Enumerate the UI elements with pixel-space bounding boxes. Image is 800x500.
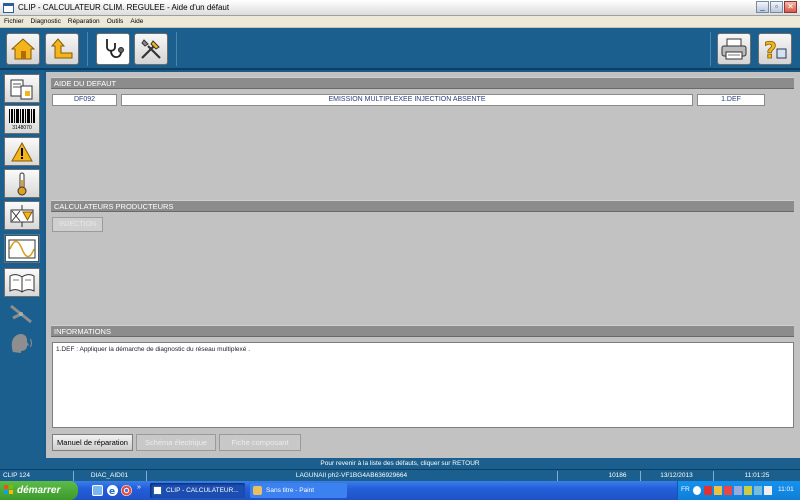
tray-battery-icon[interactable] bbox=[764, 486, 772, 495]
quicklaunch-chevron-icon[interactable]: » bbox=[137, 484, 141, 491]
taskbar-clock[interactable]: 11:01 bbox=[778, 486, 794, 493]
manual-book-icon bbox=[9, 273, 35, 293]
status-message: Pour revenir à la liste des défauts, cli… bbox=[0, 458, 800, 469]
informations-header: INFORMATIONS bbox=[51, 325, 794, 337]
printer-icon bbox=[721, 38, 747, 60]
informations-text-box: 1.DEF : Appliquer la démarche de diagnos… bbox=[52, 342, 794, 428]
menu-outils[interactable]: Outils bbox=[103, 16, 127, 27]
show-desktop-icon[interactable] bbox=[92, 485, 103, 496]
menu-aide[interactable]: Aide bbox=[126, 16, 146, 27]
main-toolbar: ? bbox=[0, 28, 800, 70]
close-button[interactable]: ✕ bbox=[784, 1, 797, 13]
repair-manual-button[interactable]: Manuel de réparation bbox=[52, 434, 133, 451]
status-date: 13/12/2013 bbox=[640, 471, 712, 481]
barcode-number: 3148070 bbox=[12, 125, 32, 131]
injection-button[interactable]: INJECTION bbox=[52, 217, 103, 232]
component-sheet-button[interactable]: Fiche composant bbox=[219, 434, 301, 451]
electrical-diagram-button[interactable]: Schéma électrique bbox=[136, 434, 216, 451]
windows-logo-icon bbox=[4, 485, 14, 495]
svg-text:e: e bbox=[109, 487, 115, 496]
tray-volume-icon[interactable] bbox=[754, 486, 762, 495]
status-clip-version: CLIP 124 bbox=[3, 472, 30, 479]
help-button[interactable]: ? bbox=[758, 33, 792, 65]
start-label: démarrer bbox=[17, 485, 61, 496]
actuator-icon bbox=[10, 204, 34, 227]
sidebar-vin-button[interactable]: 3148070 bbox=[4, 105, 40, 134]
back-arrow-icon bbox=[51, 38, 73, 59]
menu-reparation[interactable]: Réparation bbox=[64, 16, 103, 27]
svg-text:?: ? bbox=[764, 39, 777, 61]
stethoscope-icon bbox=[106, 39, 124, 59]
sidebar-oscilloscope-button[interactable] bbox=[4, 234, 40, 263]
title-bar: CLIP - CALCULATEUR CLIM. REGULEE - Aide … bbox=[0, 0, 800, 16]
taskbar-item-paint[interactable]: Sans titre - Paint bbox=[250, 483, 347, 498]
sidebar-documentation-button[interactable] bbox=[4, 268, 40, 297]
status-vehicle: LAGUNAII ph2-VF1BG4AB636929664 bbox=[146, 471, 556, 481]
language-indicator[interactable]: FR bbox=[681, 486, 690, 493]
fault-def-field: 1.DEF bbox=[697, 94, 765, 106]
main-panel: AIDE DU DEFAUT DF092 EMISSION MULTIPLEXE… bbox=[46, 72, 800, 458]
tray-help-icon[interactable] bbox=[693, 486, 701, 495]
informations-text: 1.DEF : Appliquer la démarche de diagnos… bbox=[56, 346, 251, 353]
menu-bar: Fichier Diagnostic Réparation Outils Aid… bbox=[0, 16, 800, 28]
back-button[interactable] bbox=[45, 33, 79, 65]
tray-network-icon[interactable] bbox=[714, 486, 722, 495]
fault-help-header: AIDE DU DEFAUT bbox=[51, 77, 794, 89]
help-icon: ? bbox=[764, 39, 787, 61]
fault-description-field: EMISSION MULTIPLEXEE INJECTION ABSENTE bbox=[121, 94, 693, 106]
chrome-icon[interactable] bbox=[121, 485, 132, 496]
minimize-button[interactable]: _ bbox=[756, 1, 769, 13]
left-sidebar: 3148070 bbox=[0, 70, 44, 458]
oscilloscope-icon bbox=[8, 239, 36, 258]
sidebar-commands-button[interactable] bbox=[4, 201, 40, 230]
print-button[interactable] bbox=[717, 33, 751, 65]
windows-taskbar: démarrer e » CLIP - CALCULATEUR... Sans … bbox=[0, 481, 800, 500]
diagnostic-button[interactable] bbox=[96, 33, 130, 65]
home-button[interactable] bbox=[6, 33, 40, 65]
speaker-head-icon bbox=[11, 333, 32, 353]
system-tray: FR 11:01 bbox=[677, 481, 800, 500]
sidebar-parameters-button[interactable] bbox=[4, 169, 40, 198]
status-bar: CLIP 124 DIAC_AID01 LAGUNAII ph2-VF1BG4A… bbox=[0, 469, 800, 481]
taskbar-item-clip[interactable]: CLIP - CALCULATEUR... bbox=[150, 483, 245, 498]
menu-fichier[interactable]: Fichier bbox=[0, 16, 27, 27]
sidebar-pliers-button[interactable] bbox=[4, 298, 40, 327]
start-button[interactable]: démarrer bbox=[0, 481, 78, 500]
status-time: 11:01:25 bbox=[713, 471, 800, 481]
home-icon bbox=[11, 38, 35, 60]
tray-usb-icon[interactable] bbox=[734, 486, 742, 495]
app-icon bbox=[3, 3, 14, 13]
sidebar-faults-button[interactable] bbox=[4, 137, 40, 166]
documents-icon bbox=[10, 79, 33, 99]
taskbar-item-paint-label: Sans titre - Paint bbox=[266, 487, 315, 494]
clip-window-icon bbox=[153, 486, 162, 495]
pliers-icon bbox=[10, 304, 32, 323]
sidebar-voice-button[interactable] bbox=[4, 328, 40, 357]
sidebar-documents-button[interactable] bbox=[4, 74, 40, 103]
barcode-icon: 3148070 bbox=[8, 108, 36, 131]
thermometer-icon bbox=[17, 172, 27, 195]
paint-icon bbox=[253, 486, 262, 495]
repair-tools-button[interactable] bbox=[134, 33, 168, 65]
internet-explorer-icon[interactable]: e bbox=[107, 485, 118, 497]
fault-code-field: DF092 bbox=[52, 94, 117, 106]
tools-icon bbox=[141, 39, 161, 59]
taskbar-item-clip-label: CLIP - CALCULATEUR... bbox=[166, 487, 239, 494]
tray-security-icon[interactable] bbox=[704, 486, 712, 495]
menu-diagnostic[interactable]: Diagnostic bbox=[27, 16, 64, 27]
status-diag-id: DIAC_AID01 bbox=[73, 471, 145, 481]
maximize-button[interactable]: ▫ bbox=[770, 1, 783, 13]
producers-header: CALCULATEURS PRODUCTEURS bbox=[51, 200, 794, 212]
warning-icon bbox=[11, 141, 33, 161]
window-title: CLIP - CALCULATEUR CLIM. REGULEE - Aide … bbox=[18, 3, 230, 12]
tray-app-icon[interactable] bbox=[744, 486, 752, 495]
tray-antivirus-icon[interactable] bbox=[724, 486, 732, 495]
